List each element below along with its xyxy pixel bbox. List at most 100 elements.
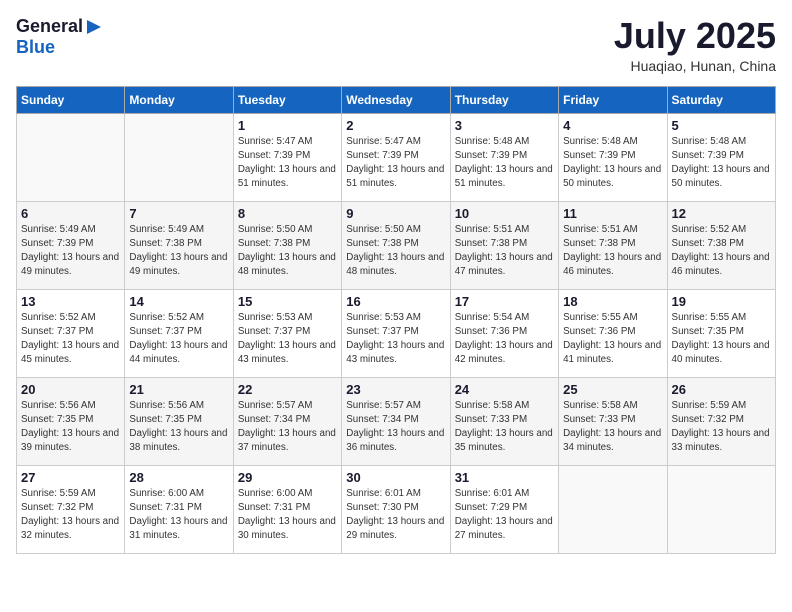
day-number: 17 xyxy=(455,294,554,309)
week-row-3: 13 Sunrise: 5:52 AM Sunset: 7:37 PM Dayli… xyxy=(17,289,776,377)
calendar-header: SundayMondayTuesdayWednesdayThursdayFrid… xyxy=(17,86,776,113)
logo-arrow-icon xyxy=(85,18,103,36)
week-row-5: 27 Sunrise: 5:59 AM Sunset: 7:32 PM Dayli… xyxy=(17,465,776,553)
day-info: Sunrise: 5:54 AM Sunset: 7:36 PM Dayligh… xyxy=(455,311,554,368)
day-number: 30 xyxy=(346,470,445,485)
day-cell xyxy=(17,113,125,201)
day-cell: 14 Sunrise: 5:52 AM Sunset: 7:37 PM Dayli… xyxy=(125,289,233,377)
day-info: Sunrise: 5:53 AM Sunset: 7:37 PM Dayligh… xyxy=(346,311,445,368)
day-cell: 31 Sunrise: 6:01 AM Sunset: 7:29 PM Dayli… xyxy=(450,465,558,553)
day-info: Sunrise: 5:50 AM Sunset: 7:38 PM Dayligh… xyxy=(346,223,445,280)
day-cell: 17 Sunrise: 5:54 AM Sunset: 7:36 PM Dayli… xyxy=(450,289,558,377)
day-cell: 16 Sunrise: 5:53 AM Sunset: 7:37 PM Dayli… xyxy=(342,289,450,377)
day-number: 12 xyxy=(672,206,771,221)
header-cell-wednesday: Wednesday xyxy=(342,86,450,113)
day-info: Sunrise: 5:55 AM Sunset: 7:36 PM Dayligh… xyxy=(563,311,662,368)
day-info: Sunrise: 5:52 AM Sunset: 7:37 PM Dayligh… xyxy=(129,311,228,368)
week-row-2: 6 Sunrise: 5:49 AM Sunset: 7:39 PM Daylig… xyxy=(17,201,776,289)
page-header: General Blue July 2025 Huaqiao, Hunan, C… xyxy=(16,16,776,74)
day-info: Sunrise: 5:52 AM Sunset: 7:38 PM Dayligh… xyxy=(672,223,771,280)
day-number: 15 xyxy=(238,294,337,309)
day-number: 13 xyxy=(21,294,120,309)
day-number: 28 xyxy=(129,470,228,485)
title-block: July 2025 Huaqiao, Hunan, China xyxy=(614,16,776,74)
day-cell: 10Sunrise: 5:51 AM Sunset: 7:38 PM Dayli… xyxy=(450,201,558,289)
header-cell-friday: Friday xyxy=(559,86,667,113)
day-cell: 24Sunrise: 5:58 AM Sunset: 7:33 PM Dayli… xyxy=(450,377,558,465)
day-info: Sunrise: 5:48 AM Sunset: 7:39 PM Dayligh… xyxy=(455,135,554,192)
day-number: 16 xyxy=(346,294,445,309)
day-info: Sunrise: 5:52 AM Sunset: 7:37 PM Dayligh… xyxy=(21,311,120,368)
day-number: 11 xyxy=(563,206,662,221)
day-cell: 27 Sunrise: 5:59 AM Sunset: 7:32 PM Dayli… xyxy=(17,465,125,553)
day-cell: 4 Sunrise: 5:48 AM Sunset: 7:39 PM Daylig… xyxy=(559,113,667,201)
day-number: 27 xyxy=(21,470,120,485)
day-cell: 7 Sunrise: 5:49 AM Sunset: 7:38 PM Daylig… xyxy=(125,201,233,289)
day-number: 19 xyxy=(672,294,771,309)
day-cell: 28 Sunrise: 6:00 AM Sunset: 7:31 PM Dayli… xyxy=(125,465,233,553)
header-cell-monday: Monday xyxy=(125,86,233,113)
header-cell-tuesday: Tuesday xyxy=(233,86,341,113)
day-info: Sunrise: 5:50 AM Sunset: 7:38 PM Dayligh… xyxy=(238,223,337,280)
day-number: 7 xyxy=(129,206,228,221)
day-info: Sunrise: 6:01 AM Sunset: 7:29 PM Dayligh… xyxy=(455,487,554,544)
day-number: 2 xyxy=(346,118,445,133)
day-number: 26 xyxy=(672,382,771,397)
day-cell xyxy=(667,465,775,553)
day-info: Sunrise: 5:47 AM Sunset: 7:39 PM Dayligh… xyxy=(238,135,337,192)
day-info: Sunrise: 5:59 AM Sunset: 7:32 PM Dayligh… xyxy=(21,487,120,544)
day-cell: 23Sunrise: 5:57 AM Sunset: 7:34 PM Dayli… xyxy=(342,377,450,465)
day-info: Sunrise: 5:49 AM Sunset: 7:38 PM Dayligh… xyxy=(129,223,228,280)
day-cell: 20Sunrise: 5:56 AM Sunset: 7:35 PM Dayli… xyxy=(17,377,125,465)
day-number: 6 xyxy=(21,206,120,221)
day-info: Sunrise: 5:59 AM Sunset: 7:32 PM Dayligh… xyxy=(672,399,771,456)
day-cell: 29 Sunrise: 6:00 AM Sunset: 7:31 PM Dayli… xyxy=(233,465,341,553)
day-info: Sunrise: 5:53 AM Sunset: 7:37 PM Dayligh… xyxy=(238,311,337,368)
day-cell: 19Sunrise: 5:55 AM Sunset: 7:35 PM Dayli… xyxy=(667,289,775,377)
day-cell: 3 Sunrise: 5:48 AM Sunset: 7:39 PM Daylig… xyxy=(450,113,558,201)
day-cell: 11 Sunrise: 5:51 AM Sunset: 7:38 PM Dayli… xyxy=(559,201,667,289)
day-info: Sunrise: 5:49 AM Sunset: 7:39 PM Dayligh… xyxy=(21,223,120,280)
logo: General Blue xyxy=(16,16,103,58)
day-number: 4 xyxy=(563,118,662,133)
day-cell: 13 Sunrise: 5:52 AM Sunset: 7:37 PM Dayli… xyxy=(17,289,125,377)
calendar-body: 1Sunrise: 5:47 AM Sunset: 7:39 PM Daylig… xyxy=(17,113,776,553)
week-row-4: 20Sunrise: 5:56 AM Sunset: 7:35 PM Dayli… xyxy=(17,377,776,465)
location: Huaqiao, Hunan, China xyxy=(614,58,776,74)
day-info: Sunrise: 5:51 AM Sunset: 7:38 PM Dayligh… xyxy=(563,223,662,280)
logo-general-text: General xyxy=(16,16,83,37)
logo-blue-text: Blue xyxy=(16,37,55,58)
day-info: Sunrise: 6:00 AM Sunset: 7:31 PM Dayligh… xyxy=(238,487,337,544)
day-number: 25 xyxy=(563,382,662,397)
day-cell: 18 Sunrise: 5:55 AM Sunset: 7:36 PM Dayli… xyxy=(559,289,667,377)
day-number: 8 xyxy=(238,206,337,221)
day-cell: 26 Sunrise: 5:59 AM Sunset: 7:32 PM Dayli… xyxy=(667,377,775,465)
day-number: 22 xyxy=(238,382,337,397)
day-number: 21 xyxy=(129,382,228,397)
day-number: 5 xyxy=(672,118,771,133)
day-cell: 9 Sunrise: 5:50 AM Sunset: 7:38 PM Daylig… xyxy=(342,201,450,289)
day-info: Sunrise: 5:48 AM Sunset: 7:39 PM Dayligh… xyxy=(563,135,662,192)
day-cell xyxy=(125,113,233,201)
day-info: Sunrise: 6:00 AM Sunset: 7:31 PM Dayligh… xyxy=(129,487,228,544)
header-cell-saturday: Saturday xyxy=(667,86,775,113)
day-info: Sunrise: 5:51 AM Sunset: 7:38 PM Dayligh… xyxy=(455,223,554,280)
day-number: 23 xyxy=(346,382,445,397)
day-number: 24 xyxy=(455,382,554,397)
day-cell: 25 Sunrise: 5:58 AM Sunset: 7:33 PM Dayli… xyxy=(559,377,667,465)
day-number: 3 xyxy=(455,118,554,133)
day-cell: 5Sunrise: 5:48 AM Sunset: 7:39 PM Daylig… xyxy=(667,113,775,201)
day-number: 31 xyxy=(455,470,554,485)
day-info: Sunrise: 5:58 AM Sunset: 7:33 PM Dayligh… xyxy=(563,399,662,456)
day-info: Sunrise: 5:47 AM Sunset: 7:39 PM Dayligh… xyxy=(346,135,445,192)
month-title: July 2025 xyxy=(614,16,776,56)
day-number: 18 xyxy=(563,294,662,309)
day-number: 29 xyxy=(238,470,337,485)
day-info: Sunrise: 6:01 AM Sunset: 7:30 PM Dayligh… xyxy=(346,487,445,544)
day-info: Sunrise: 5:56 AM Sunset: 7:35 PM Dayligh… xyxy=(21,399,120,456)
day-number: 14 xyxy=(129,294,228,309)
day-cell xyxy=(559,465,667,553)
day-number: 9 xyxy=(346,206,445,221)
header-cell-thursday: Thursday xyxy=(450,86,558,113)
day-cell: 15 Sunrise: 5:53 AM Sunset: 7:37 PM Dayli… xyxy=(233,289,341,377)
